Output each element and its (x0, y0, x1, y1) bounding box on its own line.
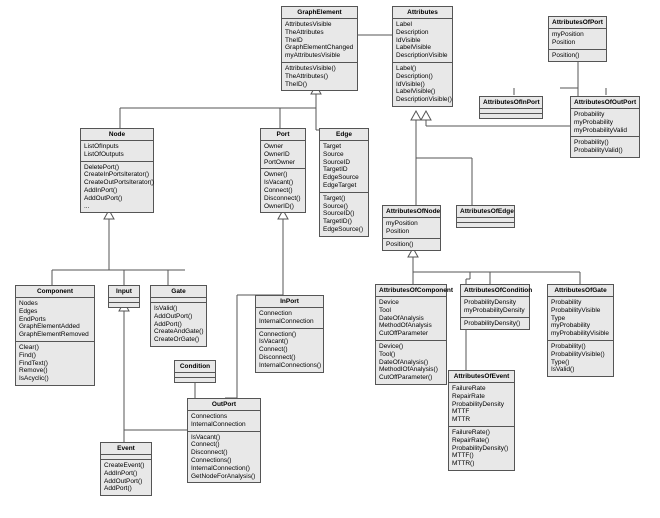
class-attributesofcomponent: AttributesOfComponentDeviceToolDateOfAna… (375, 284, 447, 385)
attrs: AttributesVisibleTheAttributesTheIDGraph… (282, 19, 357, 63)
class-attributesofport: AttributesOfPortmyPositionPositionPositi… (548, 16, 607, 62)
class-attributes: AttributesLabelDescriptionIdVisibleLabel… (392, 6, 453, 107)
class-event: EventCreateEvent()AddInPort()AddOutPort(… (100, 442, 152, 496)
class-gate: GateIsValid()AddOutPort()AddPort()Create… (150, 285, 207, 347)
class-inport: InPortConnectionInternalConnectionConnec… (255, 295, 324, 373)
class-attributesofoutport: AttributesOfOutPortProbabilitymyProbabil… (570, 96, 640, 158)
class-attributesofcondition: AttributesOfConditionProbabilityDensitym… (460, 284, 530, 330)
class-component: ComponentNodesEdgesEndPortsGraphElementA… (15, 285, 95, 386)
class-graphelement: GraphElementAttributesVisibleTheAttribut… (281, 6, 358, 91)
class-condition: Condition (174, 360, 216, 383)
class-attributesofnode: AttributesOfNodemyPositionPositionPositi… (382, 205, 441, 251)
class-attributesofgate: AttributesOfGateProbabilityProbabilityVi… (547, 284, 614, 377)
class-port: PortOwnerOwnerIDPortOwnerOwner()IsVacant… (260, 128, 306, 213)
class-attributesofinport: AttributesOfInPort (479, 96, 543, 119)
ops: AttributesVisible()TheAttributes()TheID(… (282, 63, 357, 90)
class-edge: EdgeTargetSourceSourceIDTargetIDEdgeSour… (319, 128, 369, 237)
class-attributesofedge: AttributesOfEdge (456, 205, 515, 228)
class-outport: OutPortConnectionsInternalConnectionIsVa… (187, 398, 261, 483)
class-input: Input (108, 285, 140, 308)
class-node: NodeListOfInputsListOfOutputsDeletePort(… (80, 128, 154, 213)
class-attributesofevent: AttributesOfEventFailureRateRepairRatePr… (448, 370, 515, 471)
uml-diagram: GraphElementAttributesVisibleTheAttribut… (0, 0, 660, 518)
